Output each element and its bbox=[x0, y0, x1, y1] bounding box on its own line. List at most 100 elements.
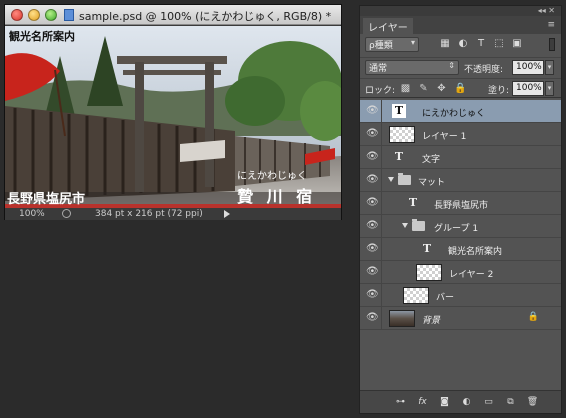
chevron-down-icon: ⇕ bbox=[448, 61, 455, 70]
divider bbox=[381, 169, 382, 192]
close-window-button[interactable] bbox=[11, 9, 23, 21]
tab-layers[interactable]: レイヤー bbox=[363, 18, 413, 34]
divider bbox=[381, 192, 382, 215]
canvas-text-place: 贄 川 宿 bbox=[237, 187, 317, 206]
blend-mode-label: 通常 bbox=[369, 64, 388, 74]
divider bbox=[381, 238, 382, 261]
layer-row[interactable]: 👁 バー bbox=[360, 284, 561, 307]
panel-bottom-toolbar: ⊶ fx ◙ ◐ ▭ ⧉ 🗑 bbox=[360, 390, 561, 413]
lock-position-icon[interactable]: ✥ bbox=[436, 83, 447, 94]
eye-icon[interactable]: 👁 bbox=[366, 152, 379, 162]
layer-thumbnail bbox=[389, 310, 415, 327]
layer-row[interactable]: 👁 T 観光名所案内 bbox=[360, 238, 561, 261]
opacity-label: 不透明度: bbox=[464, 65, 504, 75]
layer-name[interactable]: にえかわじゅく bbox=[422, 106, 485, 119]
adjustment-filter-icon[interactable]: ◐ bbox=[457, 38, 469, 50]
divider bbox=[381, 100, 382, 123]
panel-header-strip[interactable]: ◂◂ ✕ bbox=[360, 6, 561, 16]
adjustment-layer-icon[interactable]: ◐ bbox=[460, 396, 473, 409]
blend-mode-select[interactable]: 通常 ⇕ bbox=[365, 60, 459, 75]
layer-name[interactable]: 観光名所案内 bbox=[448, 244, 502, 257]
smart-object-filter-icon[interactable]: ▣ bbox=[511, 38, 523, 50]
eye-icon[interactable]: 👁 bbox=[366, 290, 379, 300]
eye-icon[interactable]: 👁 bbox=[366, 198, 379, 208]
expand-triangle-icon[interactable] bbox=[388, 177, 394, 182]
divider bbox=[381, 261, 382, 284]
layer-row[interactable]: 👁 T 文字 bbox=[360, 146, 561, 169]
pixel-filter-icon[interactable]: ▦ bbox=[439, 38, 451, 50]
lock-image-icon[interactable]: ✎ bbox=[418, 83, 429, 94]
canvas-text-kana: にえかわじゅく bbox=[237, 171, 307, 182]
layer-row[interactable]: 👁 レイヤー 2 bbox=[360, 261, 561, 284]
lock-fill-row: ロック: ▩ ✎ ✥ 🔒 塗り: 100% ▾ bbox=[360, 78, 561, 98]
layer-row[interactable]: 👁 グループ 1 bbox=[360, 215, 561, 238]
divider bbox=[381, 146, 382, 169]
minimize-window-button[interactable] bbox=[28, 9, 40, 21]
link-layers-icon[interactable]: ⊶ bbox=[394, 396, 407, 409]
divider bbox=[381, 284, 382, 307]
shape-filter-icon[interactable]: ⬚ bbox=[493, 38, 505, 50]
eye-icon[interactable]: 👁 bbox=[366, 244, 379, 254]
eye-icon[interactable]: 👁 bbox=[366, 129, 379, 139]
layer-row[interactable]: 👁 レイヤー 1 bbox=[360, 123, 561, 146]
document-canvas[interactable]: 観光名所案内 にえかわじゅく 贄 川 宿 長野県塩尻市 bbox=[5, 26, 341, 208]
fill-label: 塗り: bbox=[488, 86, 510, 96]
eye-icon[interactable]: 👁 bbox=[366, 313, 379, 323]
add-mask-icon[interactable]: ◙ bbox=[438, 396, 451, 409]
layer-name[interactable]: マット bbox=[418, 175, 445, 188]
zoom-window-button[interactable] bbox=[45, 9, 57, 21]
layer-row[interactable]: 👁 背景 🔒 bbox=[360, 307, 561, 330]
document-size-info: 384 pt x 216 pt (72 ppi) bbox=[95, 209, 203, 219]
expand-triangle-icon[interactable] bbox=[402, 223, 408, 228]
divider bbox=[381, 307, 382, 330]
document-titlebar[interactable]: sample.psd @ 100% (にえかわじゅく, RGB/8) * bbox=[5, 5, 341, 25]
layer-name[interactable]: レイヤー 1 bbox=[422, 129, 466, 142]
eye-icon[interactable]: 👁 bbox=[366, 267, 379, 277]
layer-row[interactable]: 👁 マット bbox=[360, 169, 561, 192]
fx-icon[interactable]: fx bbox=[416, 396, 429, 409]
lock-all-icon[interactable]: 🔒 bbox=[454, 83, 466, 94]
trash-icon[interactable]: 🗑 bbox=[526, 396, 539, 409]
layer-name[interactable]: レイヤー 2 bbox=[449, 267, 493, 280]
divider bbox=[381, 215, 382, 238]
layer-row[interactable]: 👁 T 長野県塩尻市 bbox=[360, 192, 561, 215]
opacity-input[interactable]: 100% bbox=[512, 60, 544, 75]
divider bbox=[381, 123, 382, 146]
eye-icon[interactable]: 👁 bbox=[366, 106, 379, 116]
status-icon[interactable] bbox=[62, 209, 71, 218]
new-group-icon[interactable]: ▭ bbox=[482, 396, 495, 409]
blend-row: 通常 ⇕ 不透明度: 100% ▾ bbox=[360, 57, 561, 77]
type-layer-icon: T bbox=[422, 242, 432, 255]
zoom-level[interactable]: 100% bbox=[19, 209, 45, 219]
layer-filter-row: ρ種類 ▾ ▦ ◐ T ⬚ ▣ bbox=[360, 34, 561, 56]
fill-slider-toggle[interactable]: ▾ bbox=[545, 81, 554, 96]
new-layer-icon[interactable]: ⧉ bbox=[504, 396, 517, 409]
type-filter-icon[interactable]: T bbox=[475, 38, 487, 50]
layer-name[interactable]: 長野県塩尻市 bbox=[434, 198, 488, 211]
collapse-panel-icon[interactable]: ◂◂ ✕ bbox=[538, 6, 555, 15]
layer-name[interactable]: 背景 bbox=[422, 313, 440, 326]
layer-thumbnail bbox=[389, 126, 415, 143]
type-layer-icon: T bbox=[392, 104, 406, 118]
eye-icon[interactable]: 👁 bbox=[366, 221, 379, 231]
canvas-text-city: 長野県塩尻市 bbox=[7, 192, 86, 207]
type-layer-icon: T bbox=[408, 196, 418, 209]
panel-menu-icon[interactable]: ≡ bbox=[547, 20, 555, 30]
opacity-slider-toggle[interactable]: ▾ bbox=[545, 60, 554, 75]
lock-transparency-icon[interactable]: ▩ bbox=[400, 83, 411, 94]
panel-tab-bar: レイヤー ≡ bbox=[360, 16, 561, 34]
fill-input[interactable]: 100% bbox=[512, 81, 544, 96]
layer-name[interactable]: 文字 bbox=[422, 152, 440, 165]
lock-label: ロック: bbox=[365, 86, 396, 96]
layer-name[interactable]: バー bbox=[436, 290, 454, 303]
layer-name[interactable]: グループ 1 bbox=[434, 221, 478, 234]
filter-kind-label: ρ種類 bbox=[369, 41, 393, 51]
eye-icon[interactable]: 👁 bbox=[366, 175, 379, 185]
layer-row[interactable]: 👁 T にえかわじゅく bbox=[360, 100, 561, 123]
canvas-text-top-label: 観光名所案内 bbox=[9, 30, 75, 43]
status-menu-arrow-icon[interactable] bbox=[224, 210, 230, 218]
document-title: sample.psd @ 100% (にえかわじゅく, RGB/8) * bbox=[79, 10, 332, 23]
filter-toggle[interactable] bbox=[549, 38, 555, 51]
folder-icon bbox=[412, 219, 425, 231]
filter-kind-select[interactable]: ρ種類 ▾ bbox=[365, 37, 419, 52]
